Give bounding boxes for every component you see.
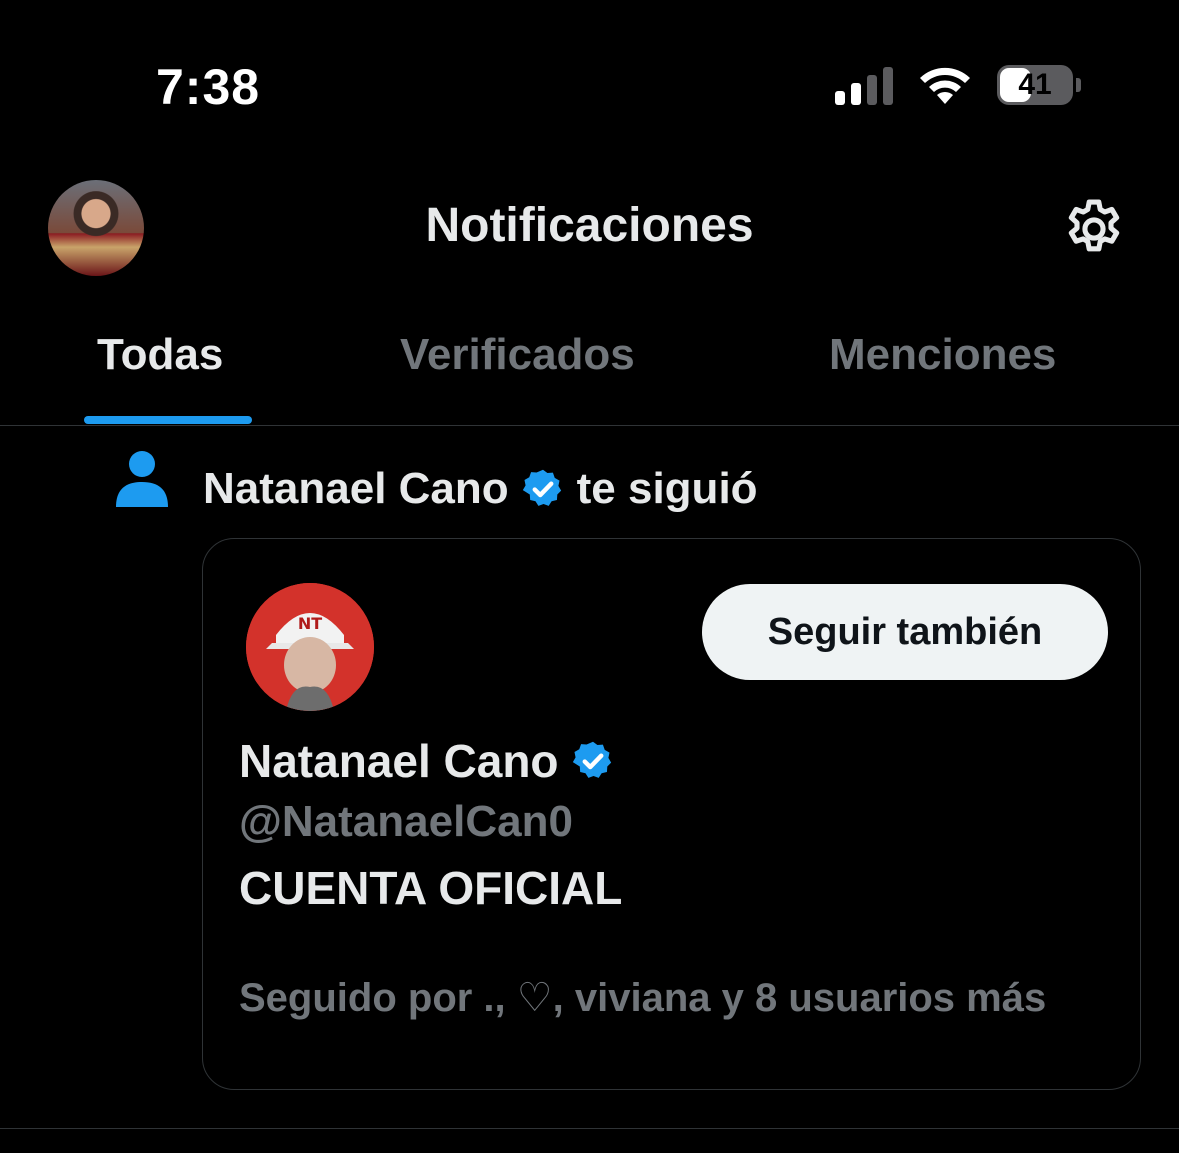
notifications-screen: 7:38 41 Notificaciones Todas Verificados… bbox=[0, 0, 1179, 1153]
notification-actor-name[interactable]: Natanael Cano bbox=[203, 464, 509, 514]
card-user-name[interactable]: Natanael Cano bbox=[239, 734, 559, 788]
verified-badge-icon bbox=[522, 469, 561, 506]
tab-verificados[interactable]: Verificados bbox=[400, 330, 635, 380]
card-user-bio: CUENTA OFICIAL bbox=[239, 862, 623, 914]
avatar-image: NT bbox=[246, 583, 374, 711]
card-user-name-row[interactable]: Natanael Cano bbox=[239, 734, 615, 788]
notification-action: te siguió bbox=[576, 464, 758, 513]
tab-menciones[interactable]: Menciones bbox=[829, 330, 1056, 380]
tab-todas[interactable]: Todas bbox=[97, 330, 223, 380]
user-avatar[interactable]: NT bbox=[246, 583, 374, 711]
user-card[interactable]: NT Seguir también Natanael Cano @Natanae… bbox=[202, 538, 1141, 1090]
follow-back-button[interactable]: Seguir también bbox=[702, 584, 1108, 680]
status-time: 7:38 bbox=[156, 59, 261, 115]
divider bbox=[0, 1128, 1179, 1129]
verified-badge-icon bbox=[572, 741, 611, 778]
active-tab-indicator bbox=[84, 416, 252, 424]
cellular-signal-icon bbox=[835, 65, 893, 105]
status-icons: 41 bbox=[835, 64, 1081, 106]
battery-level: 41 bbox=[1018, 68, 1052, 101]
page-title: Notificaciones bbox=[425, 199, 754, 252]
battery-icon: 41 bbox=[997, 65, 1073, 105]
card-user-handle: @NatanaelCan0 bbox=[239, 797, 573, 846]
divider bbox=[0, 425, 1179, 426]
cap-logo: NT bbox=[298, 614, 322, 633]
notification-tabs: Todas Verificados Menciones bbox=[0, 330, 1179, 426]
gear-icon[interactable] bbox=[1060, 195, 1128, 263]
wifi-icon bbox=[920, 67, 970, 104]
notification-text[interactable]: Natanael Cano te siguió bbox=[203, 464, 758, 514]
person-icon bbox=[116, 451, 168, 507]
followed-by-text: Seguido por ., ♡, viviana y 8 usuarios m… bbox=[239, 976, 1047, 1020]
